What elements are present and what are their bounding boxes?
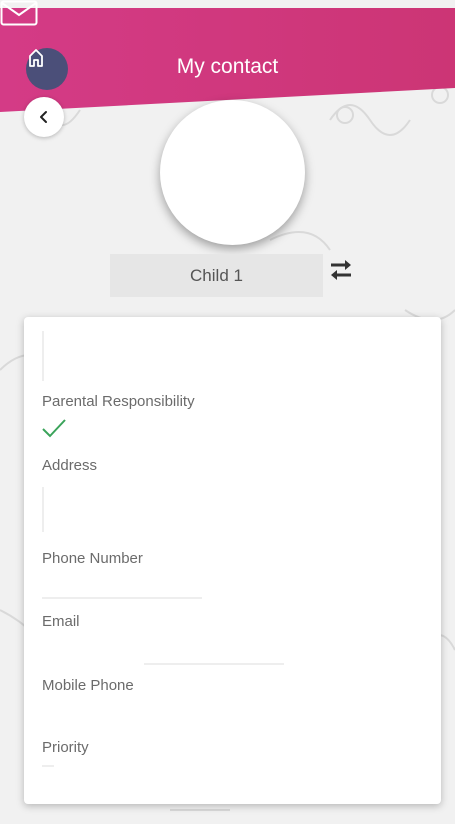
contact-card: Parental Responsibility Address Phone Nu…: [24, 317, 441, 804]
page-title: My contact: [176, 55, 279, 78]
field-label-address: Address: [42, 457, 98, 474]
divider: [144, 663, 284, 665]
divider: [42, 331, 44, 381]
field-label-priority: Priority: [42, 739, 89, 756]
divider: [42, 765, 54, 767]
checkmark-icon: [42, 419, 66, 438]
swap-icon[interactable]: [326, 255, 356, 285]
divider: [42, 487, 44, 532]
field-label-phone-number: Phone Number: [42, 550, 143, 567]
back-button[interactable]: [24, 97, 64, 137]
child-selector-value: Child 1: [190, 265, 243, 285]
divider: [42, 597, 202, 599]
mail-icon[interactable]: [0, 0, 38, 26]
header: My contact: [0, 0, 455, 112]
field-label-parental-responsibility: Parental Responsibility: [42, 393, 195, 410]
child-selector[interactable]: Child 1: [110, 254, 323, 297]
chevron-left-icon: [40, 111, 47, 123]
field-label-email: Email: [42, 613, 80, 630]
field-label-mobile-phone: Mobile Phone: [42, 677, 134, 694]
avatar[interactable]: [160, 100, 305, 245]
